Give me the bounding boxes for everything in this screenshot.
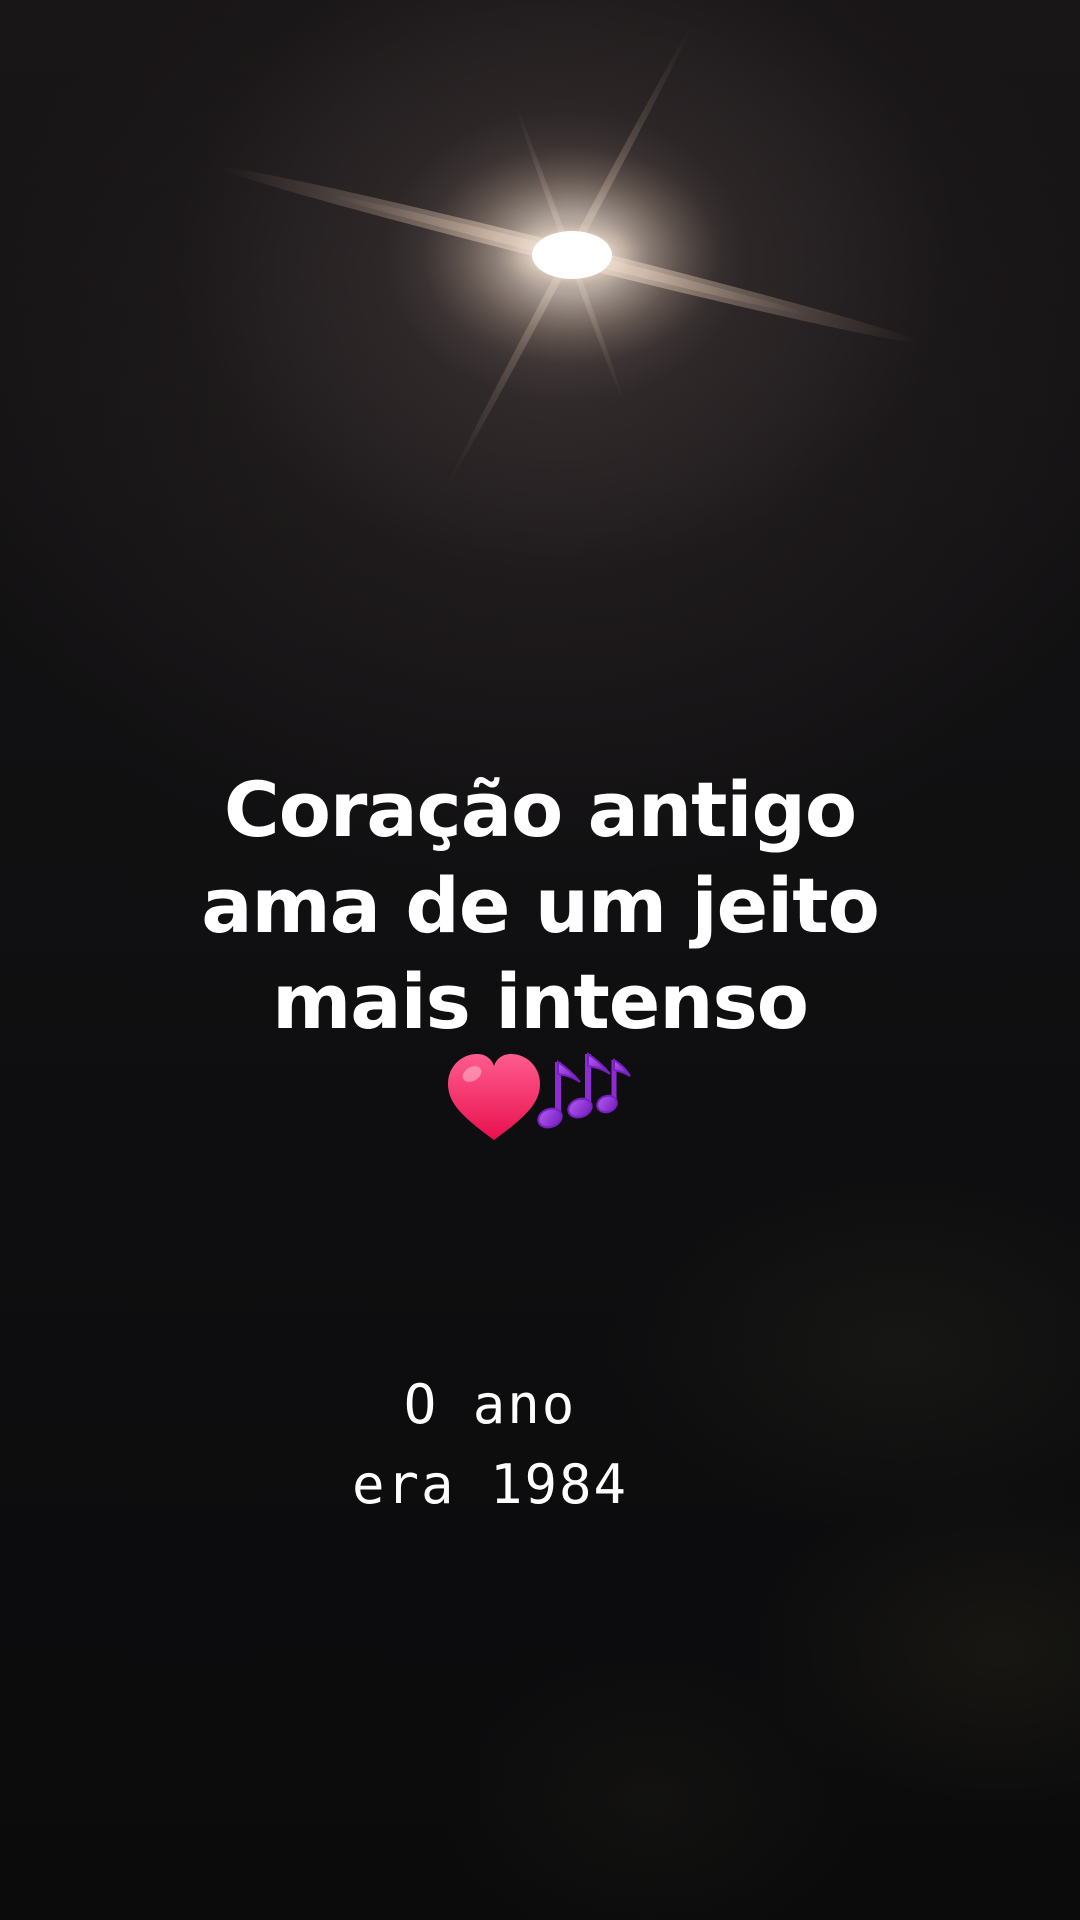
caption-line: Coração antigo — [223, 765, 857, 854]
heart-icon — [448, 1054, 540, 1140]
caption-line: mais intenso — [272, 957, 809, 1046]
emoji-row — [448, 1052, 631, 1140]
year-caption: O ano era 1984 — [0, 1365, 980, 1525]
story-caption: Coração antigo ama de um jeito mais inte… — [0, 762, 1080, 1050]
caption-line: ama de um jeito — [201, 861, 880, 950]
year-caption-line: O ano — [403, 1373, 577, 1436]
year-caption-line: era 1984 — [351, 1453, 629, 1516]
music-notes-icon — [537, 1052, 631, 1129]
story-canvas: Coração antigo ama de um jeito mais inte… — [0, 0, 1080, 1920]
moon-glow-image — [220, 25, 920, 485]
